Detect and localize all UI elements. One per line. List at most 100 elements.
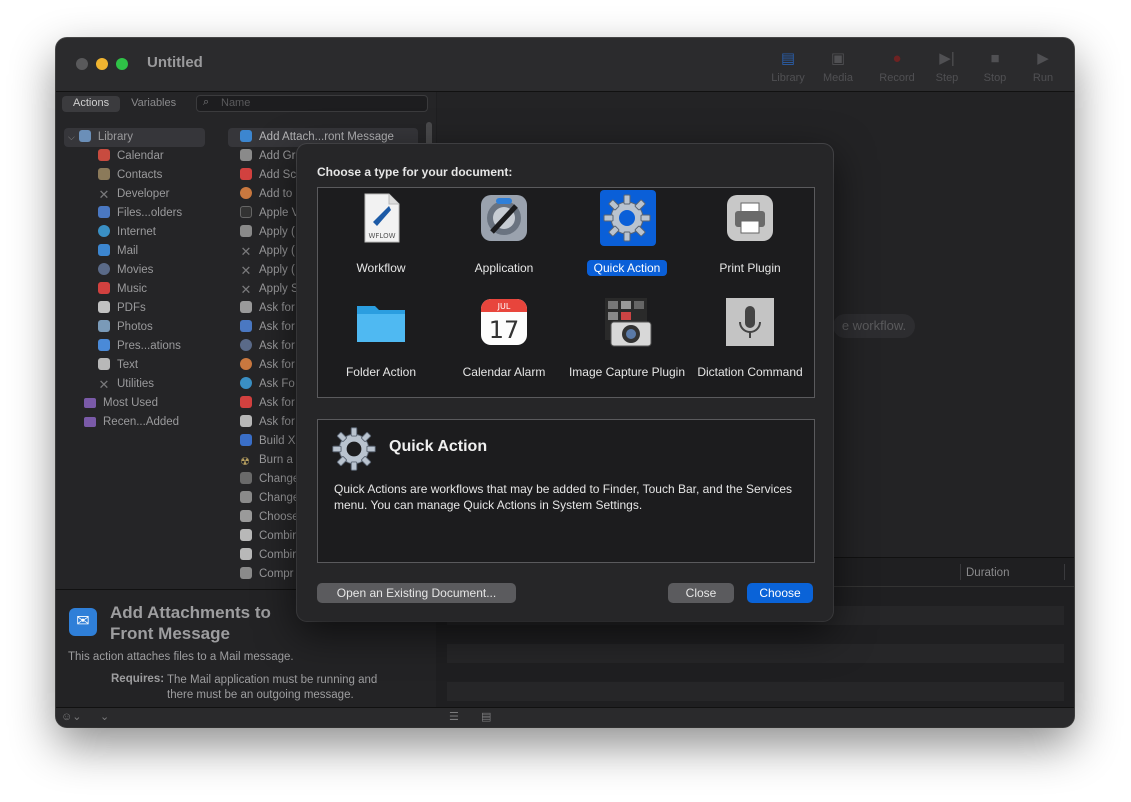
toolbar-step-button[interactable]: ▶| Step bbox=[922, 48, 972, 84]
utilities-icon: ✕ bbox=[98, 377, 110, 392]
movies-icon bbox=[98, 263, 110, 275]
tab-actions[interactable]: Actions bbox=[62, 96, 121, 112]
library-item-label: Contacts bbox=[117, 169, 163, 181]
action-label: Choose bbox=[259, 511, 299, 523]
action-label: Apply ( bbox=[259, 226, 295, 238]
requires-text: The Mail application must be running and… bbox=[167, 674, 378, 701]
action-label: Add Sc bbox=[259, 169, 297, 181]
toolbar-library-button[interactable]: ▤ Library bbox=[763, 48, 813, 84]
library-icon: ▤ bbox=[780, 50, 796, 67]
type-dictation-command[interactable]: Dictation Command bbox=[690, 296, 810, 391]
disclosure-icon[interactable]: ⌵ bbox=[68, 132, 75, 142]
action-label: Ask for bbox=[259, 359, 295, 371]
action-menu-icon[interactable]: ☺⌄ bbox=[61, 710, 81, 723]
type-calendar-alarm[interactable]: JUL 17 Calendar Alarm bbox=[444, 296, 564, 391]
folder-icon bbox=[357, 306, 405, 342]
microphone-icon bbox=[726, 298, 774, 346]
calendar-day: 17 bbox=[489, 316, 520, 344]
music-icon bbox=[98, 282, 110, 294]
duration-column-header[interactable]: Duration bbox=[966, 567, 1009, 579]
library-item-label: PDFs bbox=[117, 302, 146, 314]
action-label: Build X bbox=[259, 435, 296, 447]
library-item-label: Developer bbox=[117, 188, 170, 200]
type-quick-action[interactable]: Quick Action bbox=[567, 190, 687, 282]
description-title: Add Attachments to Front Message bbox=[110, 603, 271, 643]
minimize-window-button[interactable] bbox=[96, 58, 108, 70]
toolbar-media-button[interactable]: ▣ Media bbox=[813, 48, 863, 84]
workflow-hint: e workflow. bbox=[833, 314, 915, 338]
text-icon bbox=[240, 529, 252, 541]
tab-variables[interactable]: Variables bbox=[120, 96, 187, 112]
type-label: Quick Action bbox=[567, 260, 687, 276]
type-workflow[interactable]: WFLOW Workflow bbox=[321, 192, 441, 282]
internet-icon bbox=[240, 377, 252, 389]
zoom-window-button[interactable] bbox=[116, 58, 128, 70]
record-icon: ● bbox=[892, 50, 902, 67]
type-label: Workflow bbox=[356, 261, 406, 275]
search-field[interactable]: ⌕ Name bbox=[196, 95, 428, 112]
library-item-label: Music bbox=[117, 283, 148, 295]
search-icon: ⌕ bbox=[203, 96, 210, 108]
burn-icon: ☢ bbox=[240, 456, 250, 468]
type-label: Calendar Alarm bbox=[462, 365, 546, 379]
finder-icon bbox=[98, 206, 110, 218]
library-item-label: Mail bbox=[117, 245, 139, 257]
toolbar-label: Record bbox=[879, 72, 915, 84]
action-label: Ask for bbox=[259, 397, 295, 409]
printer-icon bbox=[727, 195, 773, 241]
type-print-plugin[interactable]: Print Plugin bbox=[690, 192, 810, 282]
workflow-icon-label: WFLOW bbox=[368, 232, 395, 240]
type-image-capture-plugin[interactable]: Image Capture Plugin bbox=[567, 296, 687, 391]
split-view-icon[interactable]: ▤ bbox=[481, 710, 491, 723]
list-view-icon[interactable]: ☰ bbox=[449, 710, 459, 723]
media-icon: ▣ bbox=[830, 50, 846, 67]
choose-button[interactable]: Choose bbox=[747, 583, 813, 603]
photos-icon bbox=[240, 187, 252, 199]
pdf-icon bbox=[98, 301, 110, 313]
run-icon: ▶ bbox=[1037, 50, 1049, 67]
terminal-icon bbox=[240, 206, 252, 218]
library-item-label: Calendar bbox=[117, 150, 164, 162]
type-application[interactable]: Application bbox=[444, 192, 564, 282]
action-label: Ask for bbox=[259, 302, 295, 314]
developer-icon: ✕ bbox=[240, 244, 252, 259]
toggle-description-icon[interactable]: ⌄ bbox=[100, 710, 109, 723]
action-label: Burn a bbox=[259, 454, 293, 466]
toolbar-stop-button[interactable]: ■ Stop bbox=[970, 48, 1020, 84]
calendar-icon bbox=[98, 149, 110, 161]
smart-folder-icon bbox=[84, 417, 96, 427]
close-window-button[interactable] bbox=[76, 58, 88, 70]
action-label: Change bbox=[259, 473, 300, 485]
workflow-icon: WFLOW bbox=[364, 193, 400, 243]
toolbar-label: Run bbox=[1032, 72, 1054, 84]
close-button[interactable]: Close bbox=[668, 583, 734, 603]
toolbar-label: Library bbox=[771, 72, 805, 84]
type-description-box: Quick Action Quick Actions are workflows… bbox=[317, 419, 815, 563]
log-row bbox=[447, 644, 1064, 663]
calendar-month: JUL bbox=[497, 302, 511, 311]
text-icon bbox=[240, 415, 252, 427]
column-divider bbox=[960, 564, 961, 580]
log-row bbox=[447, 682, 1064, 701]
action-label: Add to bbox=[259, 188, 293, 200]
open-existing-document-button[interactable]: Open an Existing Document... bbox=[317, 583, 516, 603]
library-item-label: Pres...ations bbox=[117, 340, 181, 352]
type-description-title: Quick Action bbox=[389, 438, 488, 455]
photos-icon bbox=[98, 320, 110, 332]
smart-folder-icon bbox=[84, 398, 96, 408]
action-label: Compr bbox=[259, 568, 294, 580]
toolbar-label: Media bbox=[823, 72, 853, 84]
bottom-bar: ☺⌄ ⌄ ☰ ▤ bbox=[56, 707, 1074, 727]
action-icon bbox=[240, 149, 252, 161]
document-type-grid: WFLOW Workflow Application Quick Action … bbox=[317, 187, 815, 398]
library-item-label: Most Used bbox=[103, 397, 158, 409]
stop-icon: ■ bbox=[990, 50, 1000, 67]
toolbar-run-button[interactable]: ▶ Run bbox=[1018, 48, 1068, 84]
step-icon: ▶| bbox=[939, 50, 955, 67]
action-icon bbox=[240, 472, 252, 484]
toolbar-record-button[interactable]: ● Record bbox=[872, 48, 922, 84]
type-folder-action[interactable]: Folder Action bbox=[321, 296, 441, 391]
library-item[interactable]: ⌵ Library bbox=[64, 128, 205, 147]
type-label: Folder Action bbox=[345, 365, 417, 379]
library-item-label: Internet bbox=[117, 226, 156, 238]
